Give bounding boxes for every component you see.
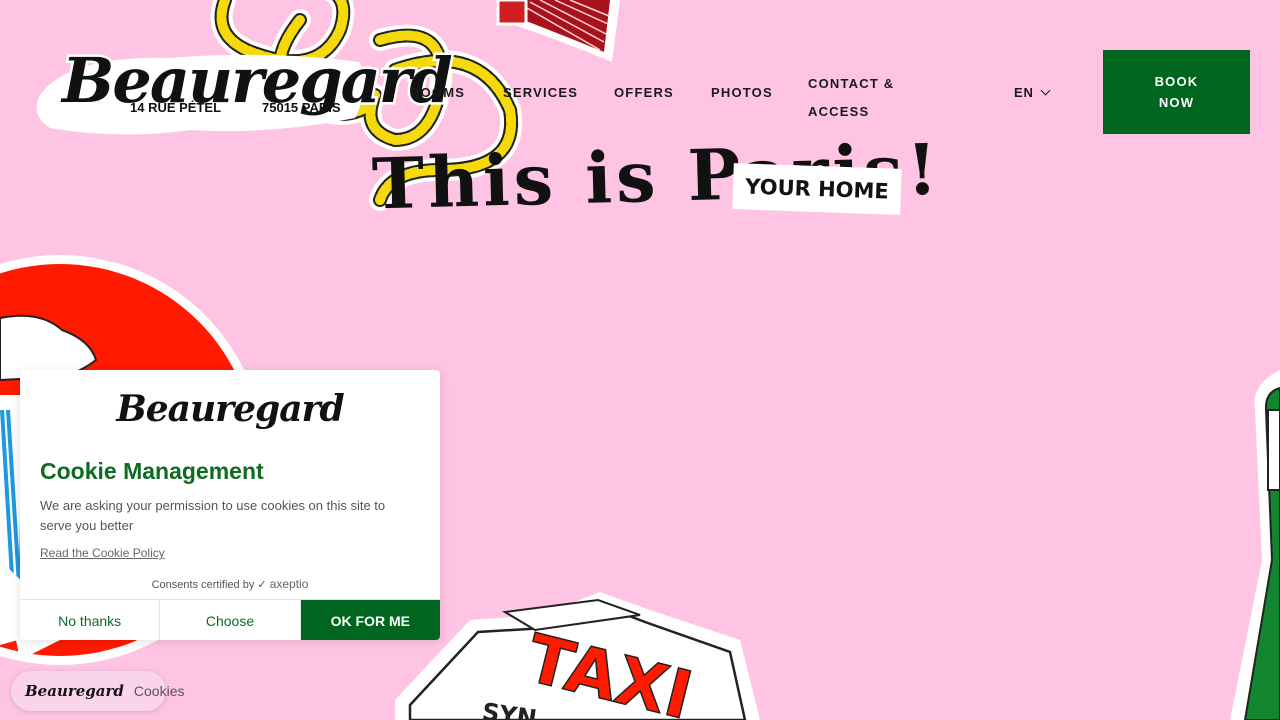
hotel-logo[interactable]: Beauregard 14 RUE PÉTEL 75015 PARIS <box>30 40 455 145</box>
cookie-banner: Beauregard Cookie Management We are aski… <box>20 370 440 640</box>
lamp-sticker <box>1230 370 1280 720</box>
cookies-pill-button[interactable]: Beauregard Cookies <box>11 671 185 711</box>
logo-wordmark: Beauregard <box>60 42 456 120</box>
cookies-pill-label: Cookies <box>133 683 185 699</box>
language-label: EN <box>1014 85 1034 100</box>
logo-address-city: 75015 PARIS <box>262 100 341 115</box>
logo-address-street: 14 RUE PÉTEL <box>130 100 222 115</box>
cookie-certifier: axeptio <box>269 577 309 591</box>
cookie-banner-title: Cookie Management <box>40 458 264 484</box>
nav-photos[interactable]: PHOTOS <box>711 85 773 100</box>
book-now-label: BOOK NOW <box>1154 74 1199 110</box>
axeptio-icon: ✓ <box>257 579 267 591</box>
book-now-button[interactable]: BOOK NOW <box>1103 50 1250 134</box>
choose-button[interactable]: Choose <box>159 600 299 640</box>
nav-contact-access[interactable]: CONTACT & ACCESS <box>808 70 913 126</box>
cookie-actions: No thanks Choose OK FOR ME <box>20 599 440 640</box>
nav-rooms[interactable]: ROOMS <box>410 85 465 100</box>
chevron-down-icon <box>1040 85 1051 96</box>
cookie-certification: Consents certified by ✓ axeptio <box>20 577 440 591</box>
cookie-policy-link[interactable]: Read the Cookie Policy <box>40 546 165 560</box>
tassel-decoration <box>496 0 620 62</box>
cookie-banner-logo: Beauregard <box>116 388 344 430</box>
ok-for-me-button[interactable]: OK FOR ME <box>299 600 440 640</box>
hero-sticker: YOUR HOME <box>732 163 902 215</box>
language-selector[interactable]: EN <box>1014 85 1051 100</box>
cookies-pill-logo: Beauregard <box>25 682 124 700</box>
cookie-certification-text: Consents certified by <box>151 579 255 591</box>
no-thanks-button[interactable]: No thanks <box>20 600 159 640</box>
nav-services[interactable]: SERVICES <box>503 85 578 100</box>
nav-offers[interactable]: OFFERS <box>614 85 674 100</box>
cookie-banner-text: We are asking your permission to use coo… <box>40 498 386 533</box>
